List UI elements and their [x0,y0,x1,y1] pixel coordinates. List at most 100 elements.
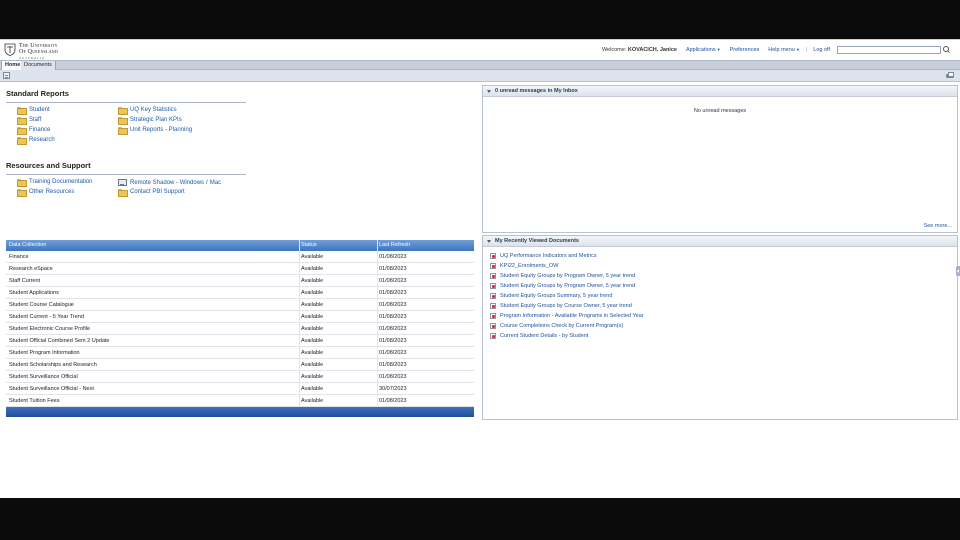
bi-launchpad-window: The University Of Queensland AUSTRALIA W… [0,39,960,498]
folder-unit-reports-planning[interactable]: Unit Reports - Planning [118,127,192,135]
folder-icon [17,179,27,187]
uq-crest-icon [4,43,16,56]
cell-status: Available [301,278,324,284]
cell-data-collection: Student Official Combined Sem 2 Update [9,338,110,344]
remote-windows-link[interactable]: Remote Shadow - Windows [130,180,204,186]
cell-data-collection: Student Surveillance Official - Next [9,386,94,392]
help-menu[interactable]: Help menu▼ [768,47,800,53]
cell-last-refresh: 01/08/2023 [379,266,407,272]
report-doc-icon [490,333,496,339]
folder-finance[interactable]: Finance [17,127,50,135]
table-row[interactable]: Student Surveillance Official Available 01… [6,371,474,383]
uq-logo[interactable]: The University Of Queensland AUSTRALIA [4,43,58,61]
header-data-collection[interactable]: Data Collection [9,242,46,248]
data-collection-table: Data Collection Status Last Refresh Fina… [6,240,474,417]
inbox-header[interactable]: 0 unread messages in My Inbox [483,86,957,97]
recent-doc-item[interactable]: KPI22_Enrolments_OW [490,263,558,269]
report-doc-icon [490,293,496,299]
recent-doc-item[interactable]: UQ Performance Indicators and Metrics [490,253,597,259]
cell-last-refresh: 01/08/2023 [379,338,407,344]
inbox-panel: 0 unread messages in My Inbox No unread … [482,85,958,233]
report-doc-icon [490,263,496,269]
table-row[interactable]: Student Applications Available 01/08/2023 [6,287,474,299]
page-menu-icon[interactable] [3,72,10,79]
column-divider [377,240,378,407]
remote-desktop-icon [118,179,127,186]
folder-student[interactable]: Student [17,107,50,115]
table-row[interactable]: Student Official Combined Sem 2 Update Av… [6,335,474,347]
recent-doc-item[interactable]: Student Equity Groups by Program Owner, … [490,273,635,279]
recent-doc-item[interactable]: Student Equity Groups by Program Owner, … [490,283,635,289]
divider [6,174,246,175]
recent-doc-item[interactable]: Course Completions Check by Current Prog… [490,323,623,329]
preferences-link[interactable]: Preferences [730,47,760,53]
table-row[interactable]: Student Surveillance Official - Next Avai… [6,383,474,395]
folder-icon [118,127,128,135]
table-row[interactable]: Student Course Catalogue Available 01/08/2… [6,299,474,311]
cell-last-refresh: 01/08/2023 [379,326,407,332]
recent-docs-title: My Recently Viewed Documents [495,238,579,244]
collapse-triangle-icon[interactable] [487,240,491,243]
divider [6,102,246,103]
folder-icon [17,137,27,145]
report-doc-icon [490,303,496,309]
header-status[interactable]: Status [301,242,317,248]
applications-menu[interactable]: Applications▼ [686,47,721,53]
header-last-refresh[interactable]: Last Refresh [379,242,410,248]
collapse-triangle-icon[interactable] [487,90,491,93]
print-icon[interactable] [946,72,954,79]
cell-status: Available [301,254,324,260]
recent-doc-item[interactable]: Student Equity Groups Summary, 5 year tr… [490,293,612,299]
recent-doc-item[interactable]: Program Information - Available Programs… [490,313,644,319]
folder-uq-key-statistics[interactable]: UQ Key Statistics [118,107,177,115]
cell-data-collection: Student Program Information [9,350,80,356]
cell-status: Available [301,302,324,308]
cell-data-collection: Student Scholarships and Research [9,362,97,368]
folder-research[interactable]: Research [17,137,55,145]
toolbar [0,70,960,82]
logoff-link[interactable]: Log off [813,47,830,53]
recent-doc-item[interactable]: Current Student Details - by Student [490,333,588,339]
no-messages-text: No unread messages [693,108,747,114]
folder-icon [17,107,27,115]
search-input[interactable] [837,46,941,54]
user-name: KOVACICH, Janice [627,47,677,53]
folder-other-resources[interactable]: Other Resources [17,189,74,197]
table-row[interactable]: Student Current - 5 Year Trend Available 0… [6,311,474,323]
cell-status: Available [301,374,324,380]
report-doc-icon [490,283,496,289]
table-row[interactable]: Student Scholarships and Research Availab… [6,359,474,371]
report-doc-icon [490,313,496,319]
table-row[interactable]: Student Program Information Available 01/0… [6,347,474,359]
cell-data-collection: Research eSpace [9,266,53,272]
side-collapse-handle[interactable] [956,266,960,276]
folder-contact-pbi-support[interactable]: Contact PBI Support [118,189,185,197]
search-icon[interactable] [942,46,950,54]
see-more-link[interactable]: See more... [924,223,952,229]
recent-doc-item[interactable]: Student Equity Groups by Course Owner, 5… [490,303,632,309]
remote-mac-link[interactable]: Mac [210,180,221,186]
cell-status: Available [301,266,324,272]
report-doc-icon [490,323,496,329]
cell-status: Available [301,398,324,404]
recent-docs-header[interactable]: My Recently Viewed Documents [483,236,957,247]
top-nav: Welcome: KOVACICH, Janice Applications▼ … [602,46,950,54]
table-row[interactable]: Student Electronic Course Profile Availab… [6,323,474,335]
cell-data-collection: Student Current - 5 Year Trend [9,314,84,320]
folder-icon [17,127,27,135]
cell-last-refresh: 30/07/2023 [379,386,407,392]
recent-doc-label: Student Equity Groups by Course Owner, 5… [500,303,632,309]
table-row[interactable]: Staff Current Available 01/08/2023 [6,275,474,287]
folder-training-documentation[interactable]: Training Documentation [17,179,92,187]
recent-doc-label: Student Equity Groups by Program Owner, … [500,283,636,289]
tab-documents[interactable]: Documents [21,61,56,70]
cell-data-collection: Staff Current [9,278,41,284]
folder-staff[interactable]: Staff [17,117,41,125]
table-row[interactable]: Research eSpace Available 01/08/2023 [6,263,474,275]
table-row[interactable]: Finance Available 01/08/2023 [6,251,474,263]
remote-shadow-link[interactable]: Remote Shadow - Windows / Mac [118,179,221,186]
folder-strategic-plan-kpis[interactable]: Strategic Plan KPIs [118,117,182,125]
table-row[interactable]: Student Tuition Fees Available 01/08/2023 [6,395,474,407]
cell-data-collection: Finance [9,254,29,260]
folder-icon [17,189,27,197]
